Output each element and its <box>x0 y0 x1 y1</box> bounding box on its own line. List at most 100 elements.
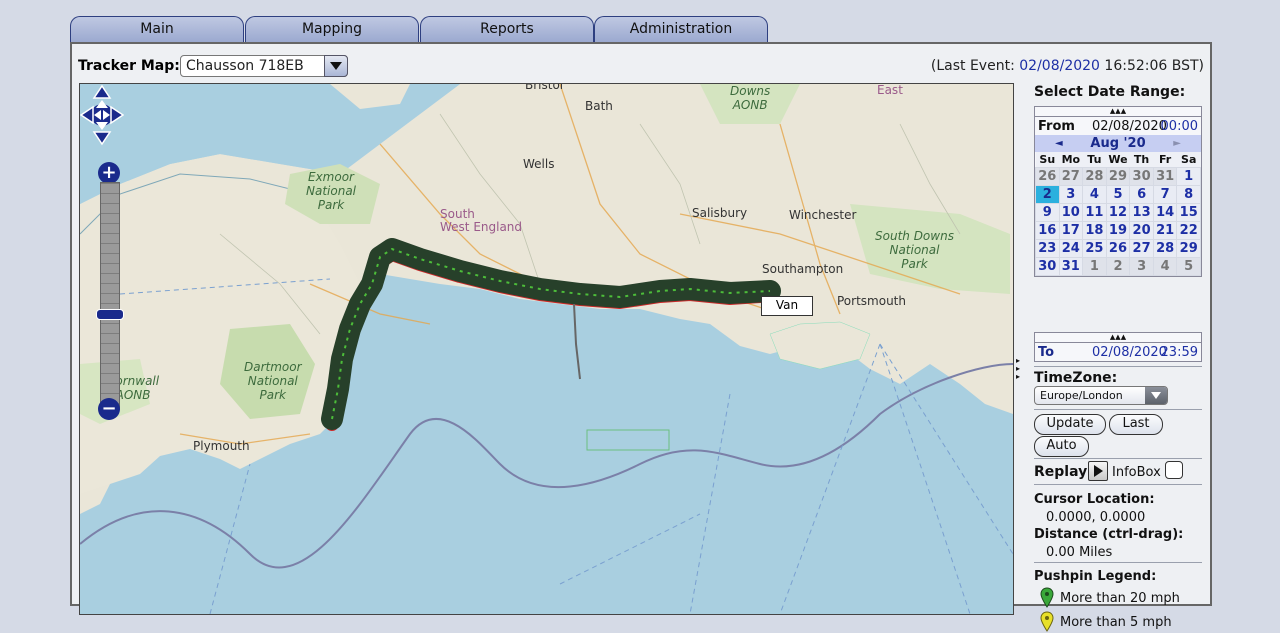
calendar-day[interactable]: 7 <box>1152 185 1178 204</box>
tracker-select-value: Chausson 718EB <box>186 58 304 74</box>
auto-button[interactable]: Auto <box>1034 436 1089 457</box>
tab-reports[interactable]: Reports <box>420 16 594 43</box>
chevron-down-icon[interactable] <box>1145 387 1167 404</box>
calendar-day[interactable]: 3 <box>1129 257 1154 276</box>
zoom-in-icon[interactable]: + <box>98 162 120 184</box>
next-month-icon[interactable]: ► <box>1173 135 1181 152</box>
divider <box>1034 409 1202 410</box>
calendar-day[interactable]: 9 <box>1035 203 1060 222</box>
pan-control[interactable] <box>80 84 124 146</box>
calendar-day[interactable]: 6 <box>1129 185 1154 204</box>
calendar-day[interactable]: 26 <box>1105 239 1131 258</box>
tracker-map-label: Tracker Map: <box>78 58 180 74</box>
to-date[interactable]: 02/08/2020 <box>1092 345 1167 360</box>
calendar-day[interactable]: 3 <box>1058 185 1084 204</box>
calendar-day[interactable]: 8 <box>1176 185 1201 204</box>
expand-down-icon[interactable]: ▲▲▲ <box>1035 333 1201 343</box>
update-button[interactable]: Update <box>1034 414 1106 435</box>
calendar-day[interactable]: 31 <box>1058 257 1084 276</box>
from-date[interactable]: 02/08/2020 <box>1092 119 1167 134</box>
distance-label: Distance (ctrl-drag): <box>1034 527 1184 542</box>
chevron-down-icon[interactable] <box>324 55 348 77</box>
calendar-day[interactable]: 22 <box>1176 221 1201 240</box>
calendar-day[interactable]: 13 <box>1129 203 1154 222</box>
calendar-day[interactable]: 5 <box>1176 257 1201 276</box>
calendar-day[interactable]: 23 <box>1035 239 1060 258</box>
map-label-plymouth: Plymouth <box>193 439 250 453</box>
calendar-day[interactable]: 29 <box>1105 167 1131 186</box>
calendar-day[interactable]: 15 <box>1176 203 1201 222</box>
calendar-day[interactable]: 21 <box>1152 221 1178 240</box>
calendar-day[interactable]: 1 <box>1176 167 1201 186</box>
calendar-day[interactable]: 11 <box>1082 203 1107 222</box>
replay-label: Replay <box>1034 464 1088 480</box>
calendar-month: Aug '20 <box>1090 136 1146 151</box>
prev-month-icon[interactable]: ◄ <box>1055 135 1063 152</box>
calendar-day[interactable]: 29 <box>1176 239 1201 258</box>
collapse-up-icon[interactable]: ▲▲▲ <box>1035 107 1201 117</box>
map-label-exmoor: Exmoor National Park <box>306 170 357 212</box>
calendar-day[interactable]: 1 <box>1082 257 1107 276</box>
calendar-day[interactable]: 26 <box>1035 167 1060 186</box>
from-calendar: ▲▲▲ From 02/08/2020 00:00 ◄ Aug '20 ► Su… <box>1034 106 1202 277</box>
last-button[interactable]: Last <box>1109 414 1163 435</box>
pan-right-icon <box>110 105 124 125</box>
divider <box>1034 562 1202 563</box>
map-label-portsmouth: Portsmouth <box>837 294 906 308</box>
calendar-day[interactable]: 25 <box>1082 239 1107 258</box>
calendar-grid: Su Mo Tu We Th Fr Sa 26 27 28 29 30 31 1 <box>1035 152 1201 276</box>
map-label-south-downs: South Downs National Park <box>875 229 954 271</box>
sidebar-collapse-icon[interactable]: ▸ ▸ ▸ <box>1016 357 1020 381</box>
divider <box>1034 366 1202 367</box>
map-label-aonb: Downs AONB <box>730 84 771 112</box>
tab-mapping[interactable]: Mapping <box>245 16 419 43</box>
main-panel: Tracker Map: Chausson 718EB (Last Event:… <box>70 42 1212 632</box>
zoom-out-icon[interactable]: − <box>98 398 120 420</box>
calendar-day[interactable]: 18 <box>1082 221 1107 240</box>
pushpin-legend-title: Pushpin Legend: <box>1034 569 1157 584</box>
calendar-day[interactable]: 5 <box>1105 185 1131 204</box>
calendar-day[interactable]: 20 <box>1129 221 1154 240</box>
timezone-value: Europe/London <box>1040 389 1123 402</box>
calendar-day[interactable]: 24 <box>1058 239 1084 258</box>
zoom-slider[interactable] <box>100 182 120 410</box>
tracker-select[interactable]: Chausson 718EB <box>180 55 348 77</box>
calendar-day[interactable]: 27 <box>1058 167 1084 186</box>
pan-down-icon <box>92 131 112 146</box>
calendar-day[interactable]: 10 <box>1058 203 1084 222</box>
to-label: To <box>1038 345 1055 360</box>
zoom-slider-thumb[interactable] <box>96 309 124 320</box>
calendar-day[interactable]: 30 <box>1129 167 1154 186</box>
calendar-day[interactable]: 19 <box>1105 221 1131 240</box>
distance-value: 0.00 Miles <box>1046 545 1113 560</box>
from-label: From <box>1038 119 1075 134</box>
cursor-location-value: 0.0000, 0.0000 <box>1046 510 1146 525</box>
calendar-day[interactable]: 16 <box>1035 221 1060 240</box>
calendar-day[interactable]: 28 <box>1082 167 1107 186</box>
calendar-day[interactable]: 14 <box>1152 203 1178 222</box>
calendar-day[interactable]: 28 <box>1152 239 1178 258</box>
calendar-day[interactable]: 27 <box>1129 239 1154 258</box>
calendar-day[interactable]: 30 <box>1035 257 1060 276</box>
calendar-day[interactable]: 4 <box>1152 257 1178 276</box>
tracker-map[interactable]: Bristol Bath Wells Salisbury Winchester … <box>79 83 1014 615</box>
last-event-date: 02/08/2020 <box>1019 58 1100 74</box>
calendar-day[interactable]: 12 <box>1105 203 1131 222</box>
calendar-day[interactable]: 31 <box>1152 167 1178 186</box>
green-pushpin-icon <box>1040 587 1054 608</box>
infobox-checkbox[interactable] <box>1165 461 1183 479</box>
timezone-select[interactable]: Europe/London <box>1034 386 1168 405</box>
calendar-day[interactable]: 2 <box>1105 257 1131 276</box>
tab-main[interactable]: Main <box>70 16 244 43</box>
map-label-east: East <box>877 83 903 97</box>
tab-administration[interactable]: Administration <box>594 16 768 43</box>
map-label-bristol: Bristol <box>525 83 564 92</box>
vehicle-marker-label[interactable]: Van <box>761 296 813 316</box>
from-time[interactable]: 00:00 <box>1161 119 1198 134</box>
to-time[interactable]: 23:59 <box>1161 345 1198 360</box>
play-icon[interactable] <box>1088 461 1108 481</box>
calendar-day[interactable]: 4 <box>1082 185 1107 204</box>
calendar-day[interactable]: 17 <box>1058 221 1084 240</box>
last-event-time: 16:52:06 BST) <box>1104 58 1204 74</box>
calendar-day-selected[interactable]: 2 <box>1035 185 1060 204</box>
